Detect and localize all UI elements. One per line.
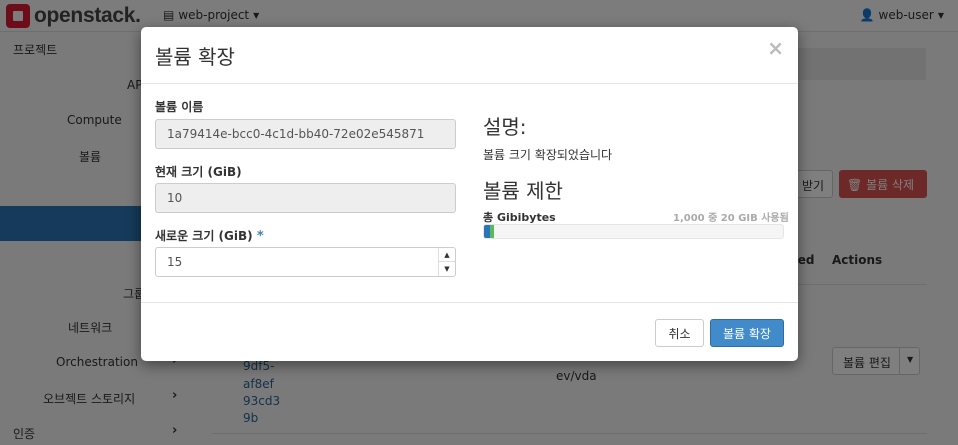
decrement-icon[interactable]: ▼	[439, 262, 455, 276]
modal-title: 볼륨 확장	[155, 45, 235, 69]
close-icon[interactable]: ×	[767, 36, 784, 60]
quota-label: 총 Gibibytes	[483, 211, 556, 224]
required-asterisk: *	[256, 229, 264, 244]
new-size-stepper: ▲ ▼	[438, 248, 455, 276]
modal-header: 볼륨 확장 ×	[141, 27, 798, 84]
volume-limits-heading: 볼륨 제한	[483, 179, 563, 203]
extend-volume-button[interactable]: 볼륨 확장	[710, 319, 784, 347]
quota-usage-text: 1,000 중 20 GIB 사용됨	[673, 213, 789, 224]
current-size-field[interactable]	[155, 183, 456, 213]
quota-progress-bar	[483, 224, 784, 239]
description-text: 볼륨 크기 확장되었습니다	[483, 148, 613, 162]
quota-new-fill	[489, 225, 495, 238]
modal-footer: 취소 볼륨 확장	[141, 302, 798, 361]
extend-volume-dialog: 볼륨 확장 × 볼륨 이름 현재 크기 (GiB) 새로운 크기 (GiB) *…	[141, 27, 798, 361]
description-heading: 설명:	[483, 115, 527, 139]
cancel-button[interactable]: 취소	[655, 319, 704, 347]
current-size-label: 현재 크기 (GiB)	[155, 165, 242, 179]
new-size-label: 새로운 크기 (GiB) *	[155, 227, 264, 244]
volume-name-field[interactable]	[155, 119, 456, 149]
new-size-label-text: 새로운 크기 (GiB)	[155, 229, 253, 243]
increment-icon[interactable]: ▲	[439, 248, 455, 262]
new-size-field[interactable]	[155, 247, 456, 277]
volume-name-label: 볼륨 이름	[155, 100, 204, 114]
